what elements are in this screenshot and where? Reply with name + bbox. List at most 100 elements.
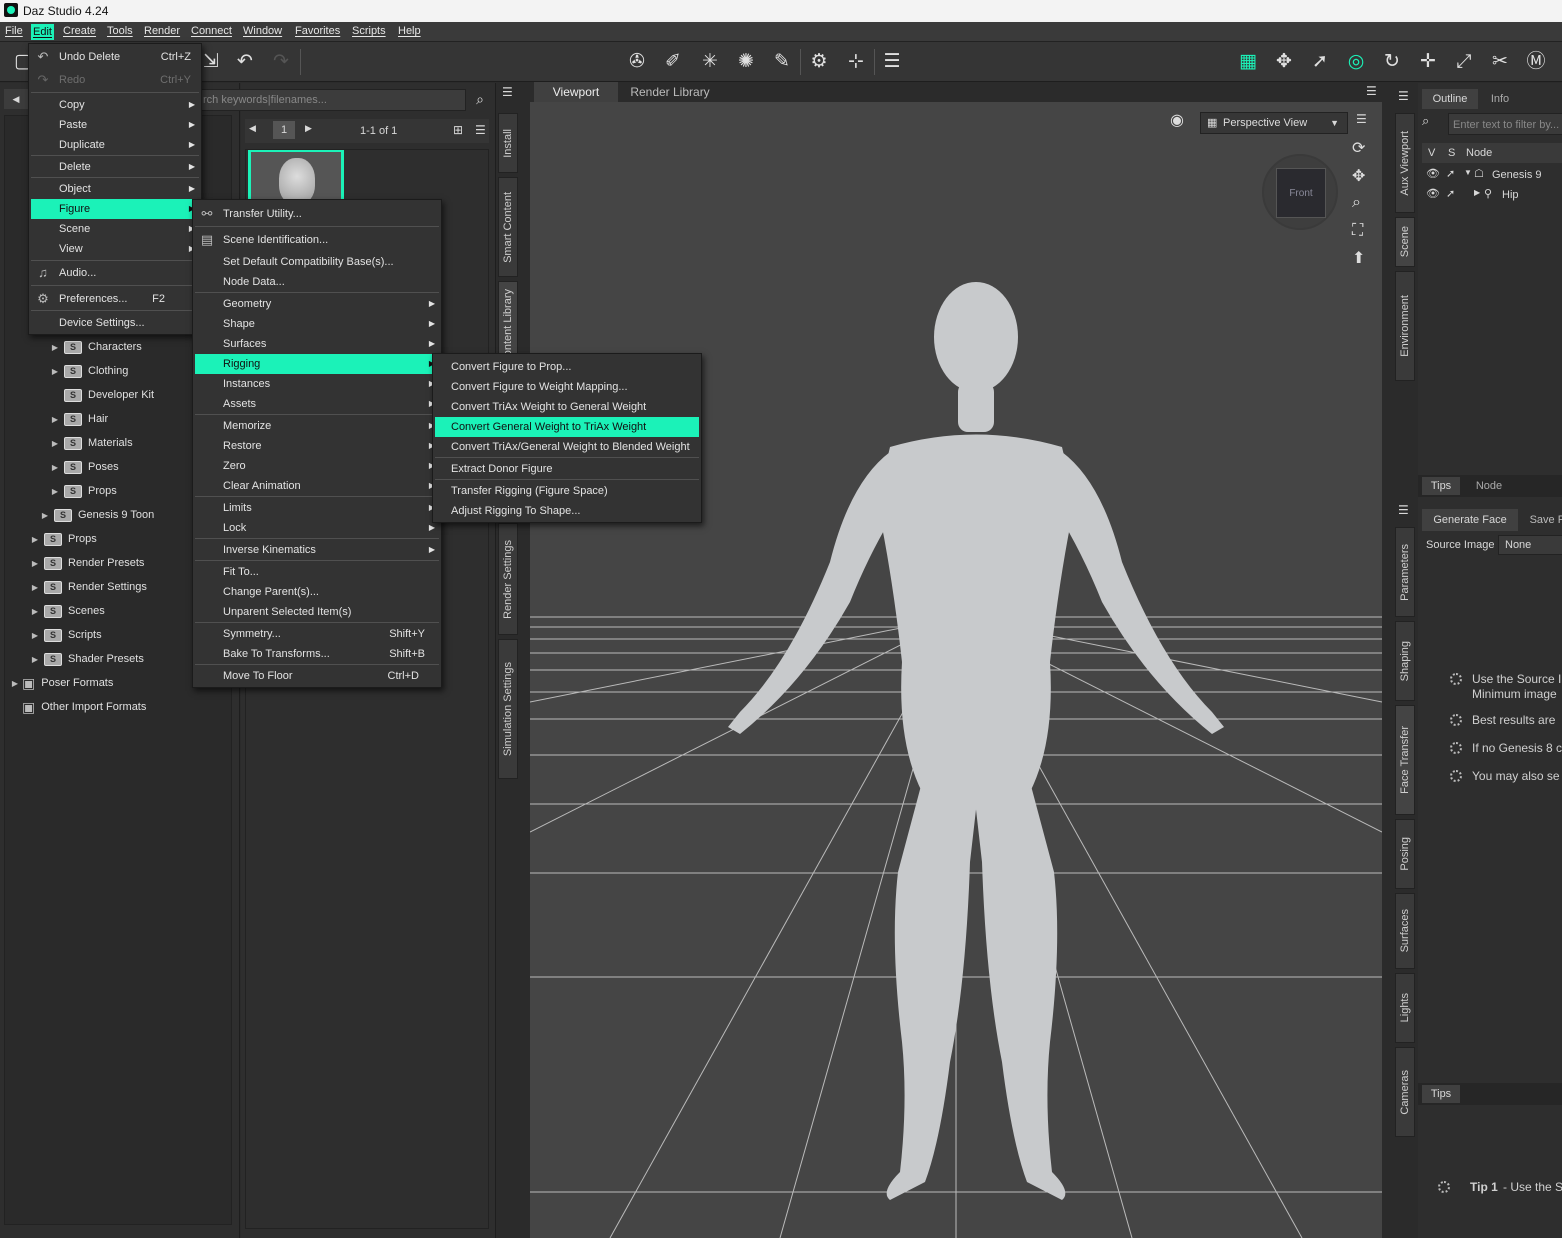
tab-bottom-tips[interactable]: Tips [1422, 1085, 1460, 1103]
menu-paste[interactable]: Paste ▶ [31, 115, 199, 135]
menu-transfer-utility[interactable]: ⚯ Transfer Utility... [195, 204, 439, 224]
orbit-icon[interactable]: ⟳ [1352, 138, 1365, 158]
page-number[interactable]: 1 [273, 121, 295, 139]
menu-change-parent[interactable]: Change Parent(s)... [195, 582, 439, 602]
menu-tools[interactable]: Tools [107, 25, 133, 37]
tab-parameters[interactable]: Parameters [1395, 527, 1415, 617]
tree-item-other-import-formats[interactable]: ▣ Other Import Formats [10, 697, 146, 717]
reset-view-icon[interactable]: ⬆ [1352, 248, 1365, 268]
menu-restore[interactable]: Restore▶ [195, 436, 439, 456]
frame-icon[interactable]: ⛶ [1352, 222, 1363, 240]
tab-shaping[interactable]: Shaping [1395, 621, 1415, 701]
universal-tool-icon[interactable]: ✥ [1271, 49, 1297, 75]
tab-outline[interactable]: Outline [1422, 89, 1478, 109]
tab-posing[interactable]: Posing [1395, 819, 1415, 889]
menu-connect[interactable]: Connect [191, 25, 232, 37]
viewport-menu-icon[interactable]: ☰ [1366, 84, 1377, 98]
tree-item-developer-kit[interactable]: Developer Kit [50, 385, 154, 405]
menu-edit[interactable]: Edit [31, 24, 54, 40]
scene-node-hip[interactable]: 👁 ➚ ▶ ⚲ Hip [1426, 185, 1562, 205]
search-input[interactable]: rch keywords|filenames... [198, 89, 466, 111]
tab-tips[interactable]: Tips [1422, 477, 1460, 495]
scene-filter-input[interactable]: Enter text to filter by... [1448, 113, 1562, 135]
tree-item-poses[interactable]: ▶Poses [50, 457, 119, 477]
geometry-editor-icon[interactable]: Ⓜ [1523, 49, 1549, 75]
pan-icon[interactable]: ✥ [1352, 166, 1365, 186]
menu-move-to-floor[interactable]: Move To Floor Ctrl+D [195, 666, 439, 686]
tab-generate-face[interactable]: Generate Face [1422, 509, 1518, 531]
menu-node-data[interactable]: Node Data... [195, 272, 439, 292]
tab-render-library[interactable]: Render Library [622, 82, 718, 102]
menu-extract-donor-figure[interactable]: Extract Donor Figure [435, 459, 699, 479]
menu-unparent-selected[interactable]: Unparent Selected Item(s) [195, 602, 439, 622]
menu-undo-delete[interactable]: ↶ Undo Delete Ctrl+Z [31, 47, 199, 67]
tab-face-transfer[interactable]: Face Transfer [1395, 705, 1415, 815]
tree-item-scenes[interactable]: ▶Scenes [30, 601, 105, 621]
menu-scene[interactable]: Scene▶ [31, 219, 199, 239]
viewport-3d[interactable]: Front ◉ ▦ Perspective View ▼ ☰ ⟳ ✥ ⌕ ⛶ ⬆ [530, 102, 1382, 1238]
zoom-icon[interactable]: ⌕ [1352, 194, 1361, 212]
tree-item-hair[interactable]: ▶Hair [50, 409, 108, 429]
redo-icon[interactable]: ↷ [268, 49, 294, 75]
node-selection-icon[interactable]: ➚ [1307, 49, 1333, 75]
tree-item-shader-presets[interactable]: ▶Shader Presets [30, 649, 144, 669]
source-image-select[interactable]: None [1498, 535, 1562, 555]
menu-shape[interactable]: Shape ▶ [195, 314, 439, 334]
menu-fit-to[interactable]: Fit To... [195, 562, 439, 582]
menu-create[interactable]: Create [63, 25, 96, 37]
menu-inverse-kinematics[interactable]: Inverse Kinematics ▶ [195, 540, 439, 560]
grid-view-icon[interactable]: ⊞ [453, 123, 463, 137]
view-cube-front[interactable]: Front [1276, 168, 1326, 218]
menu-convert-triax-to-general[interactable]: Convert TriAx Weight to General Weight [435, 397, 699, 417]
menu-zero[interactable]: Zero▶ [195, 456, 439, 476]
menu-scene-identification[interactable]: ▤ Scene Identification... [195, 230, 439, 250]
right-lower-menu-icon[interactable]: ☰ [1398, 503, 1409, 517]
tree-item-materials[interactable]: ▶Materials [50, 433, 133, 453]
spotlight-tool-icon[interactable]: ✐ [660, 49, 686, 75]
distant-light-icon[interactable]: ✳ [697, 49, 723, 75]
menu-assets[interactable]: Assets▶ [195, 394, 439, 414]
right-panel-menu-icon[interactable]: ☰ [1398, 89, 1409, 103]
point-light-icon[interactable]: ✺ [733, 49, 759, 75]
tab-smart-content[interactable]: Smart Content [498, 177, 518, 277]
panel-menu-icon[interactable]: ☰ [502, 85, 513, 99]
search-icon[interactable]: ⌕ [470, 91, 490, 109]
linear-light-icon[interactable]: ✎ [769, 49, 795, 75]
menu-convert-figure-to-prop[interactable]: Convert Figure to Prop... [435, 357, 699, 377]
tab-lights[interactable]: Lights [1395, 973, 1415, 1043]
tab-scene[interactable]: Scene [1395, 217, 1415, 267]
tab-aux-viewport[interactable]: Aux Viewport [1395, 113, 1415, 213]
menu-scripts[interactable]: Scripts [352, 25, 386, 37]
tab-cameras[interactable]: Cameras [1395, 1047, 1415, 1137]
menu-file[interactable]: File [5, 25, 23, 37]
menu-limits[interactable]: Limits▶ [195, 498, 439, 518]
null-tool-icon[interactable]: ⊹ [843, 49, 869, 75]
perspective-view-select[interactable]: ▦ Perspective View ▼ [1200, 112, 1348, 134]
tab-simulation-settings[interactable]: Simulation Settings [498, 639, 518, 779]
tab-node[interactable]: Node [1466, 477, 1512, 495]
menu-transfer-rigging[interactable]: Transfer Rigging (Figure Space) [435, 481, 699, 501]
menu-convert-general-to-triax[interactable]: Convert General Weight to TriAx Weight [435, 417, 699, 437]
tab-surfaces[interactable]: Surfaces [1395, 893, 1415, 969]
tab-info[interactable]: Info [1480, 89, 1520, 109]
tree-item-render-settings[interactable]: ▶Render Settings [30, 577, 147, 597]
toolbar-menu-icon[interactable]: ☰ [879, 49, 905, 75]
menu-rigging[interactable]: Rigging▶ [195, 354, 439, 374]
rotate-tool-icon[interactable]: ↻ [1379, 49, 1405, 75]
tree-item-props-root[interactable]: ▶Props [30, 529, 97, 549]
tree-item-genesis-9-toon[interactable]: ▶Genesis 9 Toon [40, 505, 154, 525]
tab-render-settings[interactable]: Render Settings [498, 523, 518, 635]
menu-instances[interactable]: Instances▶ [195, 374, 439, 394]
menu-figure[interactable]: Figure▶ [31, 199, 199, 219]
menu-lock[interactable]: Lock ▶ [195, 518, 439, 538]
tab-install[interactable]: Install [498, 113, 518, 173]
grid-toggle-icon[interactable]: ▦ [1235, 49, 1261, 75]
translate-tool-icon[interactable]: ✛ [1415, 49, 1441, 75]
tree-item-props[interactable]: ▶Props [50, 481, 117, 501]
menu-view[interactable]: View▶ [31, 239, 199, 259]
menu-device-settings[interactable]: Device Settings... [31, 313, 199, 333]
tab-viewport[interactable]: Viewport [534, 82, 618, 102]
tree-item-characters[interactable]: ▶Characters [50, 337, 142, 357]
menu-preferences[interactable]: ⚙ Preferences... F2 [31, 289, 199, 309]
scene-node-genesis-9[interactable]: 👁 ➚ ▼ ☖ Genesis 9 [1426, 165, 1562, 185]
